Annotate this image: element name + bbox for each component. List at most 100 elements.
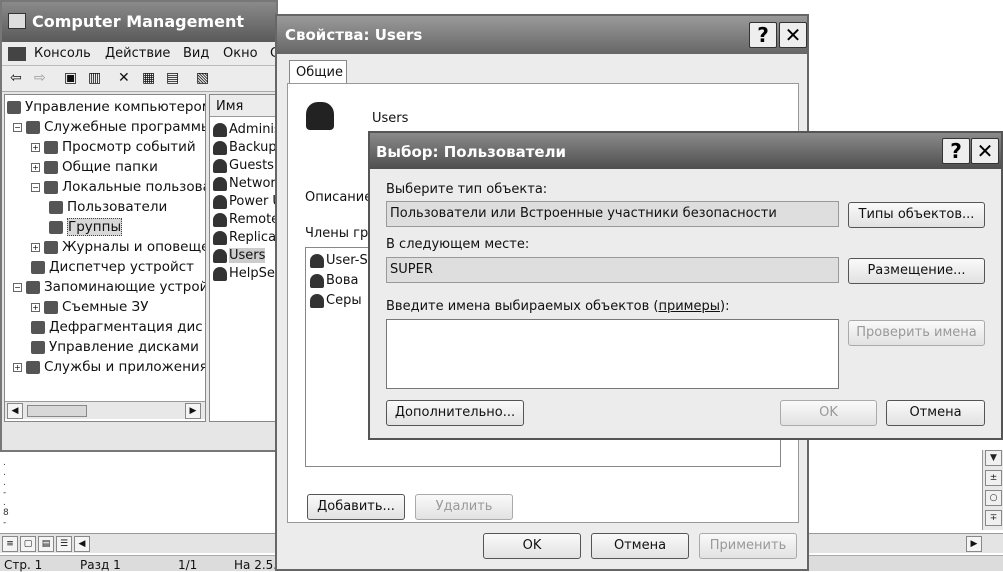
ok-button[interactable]: OK (780, 400, 877, 426)
list-item[interactable]: Power U (213, 193, 278, 211)
list-item[interactable]: Backup (213, 139, 277, 157)
help-icon[interactable]: ▧ (196, 70, 209, 86)
close-button[interactable]: ✕ (971, 138, 999, 164)
column-header-name[interactable]: Имя (210, 95, 278, 117)
scroll-left-icon[interactable]: ◀ (7, 403, 23, 419)
tree-item[interactable]: Управление дисками (31, 337, 199, 357)
menu-view[interactable]: Вид (183, 46, 209, 61)
node-icon (31, 340, 45, 354)
collapse-icon[interactable]: − (13, 282, 22, 292)
menu-window[interactable]: Окно (223, 46, 258, 61)
scroll-right-icon[interactable]: ▶ (966, 536, 982, 552)
member-label: User-S (326, 253, 368, 268)
examples-link[interactable]: примеры (658, 299, 720, 314)
tree-item[interactable]: Диспетчер устройст (31, 257, 194, 277)
normal-view-icon[interactable]: ≡ (2, 536, 18, 552)
list-item[interactable]: Users (213, 247, 266, 265)
show-tree-icon[interactable]: ▥ (88, 70, 101, 86)
dialog-title-bar[interactable]: Выбор: Пользователи ? ✕ (370, 133, 1001, 169)
tree-item[interactable]: Пользователи (49, 197, 167, 217)
tree-item[interactable]: Группы (49, 217, 123, 237)
ok-button[interactable]: OK (483, 533, 581, 559)
scroll-right-icon[interactable]: ▶ (185, 403, 201, 419)
expand-icon[interactable]: + (13, 362, 22, 372)
delete-icon[interactable]: ✕ (118, 70, 130, 86)
prev-page-icon[interactable]: ± (985, 470, 1002, 486)
tree-item[interactable]: − Локальные пользова (31, 177, 205, 197)
advanced-button[interactable]: Дополнительно... (386, 400, 524, 426)
group-icon (213, 212, 227, 227)
cancel-button[interactable]: Отмена (886, 400, 985, 426)
tree-item[interactable]: Дефрагментация дис (31, 317, 203, 337)
locations-button[interactable]: Размещение... (848, 258, 985, 284)
tree-item-label: Пользователи (67, 199, 168, 215)
properties-icon[interactable]: ▦ (142, 70, 155, 86)
names-label: Введите имена выбираемых объектов (приме… (386, 299, 729, 314)
dialog-title-bar[interactable]: Свойства: Users ? ✕ (277, 16, 807, 54)
outline-view-icon[interactable]: ☰ (56, 536, 72, 552)
console-icon (8, 47, 26, 61)
scroll-left-icon[interactable]: ◀ (74, 536, 90, 552)
title-bar[interactable]: Computer Management (2, 2, 276, 42)
vertical-scrollbar[interactable]: ▼ ± ○ ∓ (982, 450, 1003, 530)
list-item[interactable]: Guests (213, 157, 274, 175)
remove-button[interactable]: Удалить (415, 494, 513, 520)
list-item[interactable]: Network (213, 175, 278, 193)
menu-action[interactable]: Действие (105, 46, 170, 61)
tree-item[interactable]: Управление компьютером (7, 97, 205, 117)
tree-item[interactable]: + Журналы и оповещен (31, 237, 205, 257)
object-names-input[interactable] (386, 319, 839, 389)
group-icon (213, 194, 227, 209)
help-button[interactable]: ? (749, 22, 777, 48)
tree-item[interactable]: + Просмотр событий (31, 137, 196, 157)
expand-icon[interactable]: + (31, 242, 40, 252)
node-icon (49, 200, 63, 214)
up-folder-icon[interactable]: ▣ (64, 70, 77, 86)
apply-button[interactable]: Применить (699, 533, 797, 559)
cancel-button[interactable]: Отмена (591, 533, 689, 559)
web-view-icon[interactable]: ▢ (20, 536, 36, 552)
tree-item[interactable]: − Служебные программы (13, 117, 205, 137)
member-item[interactable]: Серы (310, 292, 362, 310)
export-icon[interactable]: ▤ (166, 70, 179, 86)
scroll-thumb[interactable] (27, 405, 87, 417)
status-pages: 1/1 (178, 558, 198, 572)
collapse-icon[interactable]: − (31, 182, 40, 192)
menu-console[interactable]: Консоль (34, 46, 91, 61)
expand-icon[interactable]: + (31, 162, 40, 172)
node-icon (31, 260, 45, 274)
scroll-down-icon[interactable]: ▼ (985, 450, 1002, 466)
expand-icon[interactable]: + (31, 302, 40, 312)
list-item[interactable]: HelpSer (213, 265, 278, 283)
tree-item[interactable]: + Службы и приложения (13, 357, 205, 377)
tree-item-label: Запоминающие устройс (44, 279, 206, 295)
list-item[interactable]: Adminis (213, 121, 278, 139)
forward-icon[interactable]: ⇨ (34, 70, 46, 86)
list-item[interactable]: Remote (213, 211, 279, 229)
tree-item[interactable]: − Запоминающие устройс (13, 277, 206, 297)
next-page-icon[interactable]: ∓ (985, 510, 1002, 526)
member-item[interactable]: Вова (310, 272, 359, 290)
back-icon[interactable]: ⇦ (10, 70, 22, 86)
list-item-label: Remote (229, 212, 279, 227)
tab-general[interactable]: Общие (289, 60, 347, 84)
member-label: Серы (326, 293, 362, 308)
collapse-icon[interactable]: − (13, 122, 22, 132)
list-item-label: Users (229, 248, 266, 263)
node-icon (26, 360, 40, 374)
add-button[interactable]: Добавить... (307, 494, 405, 520)
close-button[interactable]: ✕ (779, 22, 807, 48)
list-item[interactable]: Replicat (213, 229, 278, 247)
object-types-button[interactable]: Типы объектов... (848, 202, 985, 228)
select-browse-icon[interactable]: ○ (985, 490, 1002, 506)
tree-item[interactable]: + Съемные ЗУ (31, 297, 148, 317)
names-label-end: ): (720, 299, 730, 314)
expand-icon[interactable]: + (31, 142, 40, 152)
check-names-button[interactable]: Проверить имена (848, 320, 985, 346)
help-button[interactable]: ? (942, 138, 970, 164)
print-view-icon[interactable]: ▤ (38, 536, 54, 552)
tree-item-label: Диспетчер устройст (49, 259, 195, 275)
member-item[interactable]: User-S (310, 252, 368, 270)
tree-item[interactable]: + Общие папки (31, 157, 158, 177)
tree-hscrollbar[interactable]: ◀ ▶ (5, 401, 205, 419)
